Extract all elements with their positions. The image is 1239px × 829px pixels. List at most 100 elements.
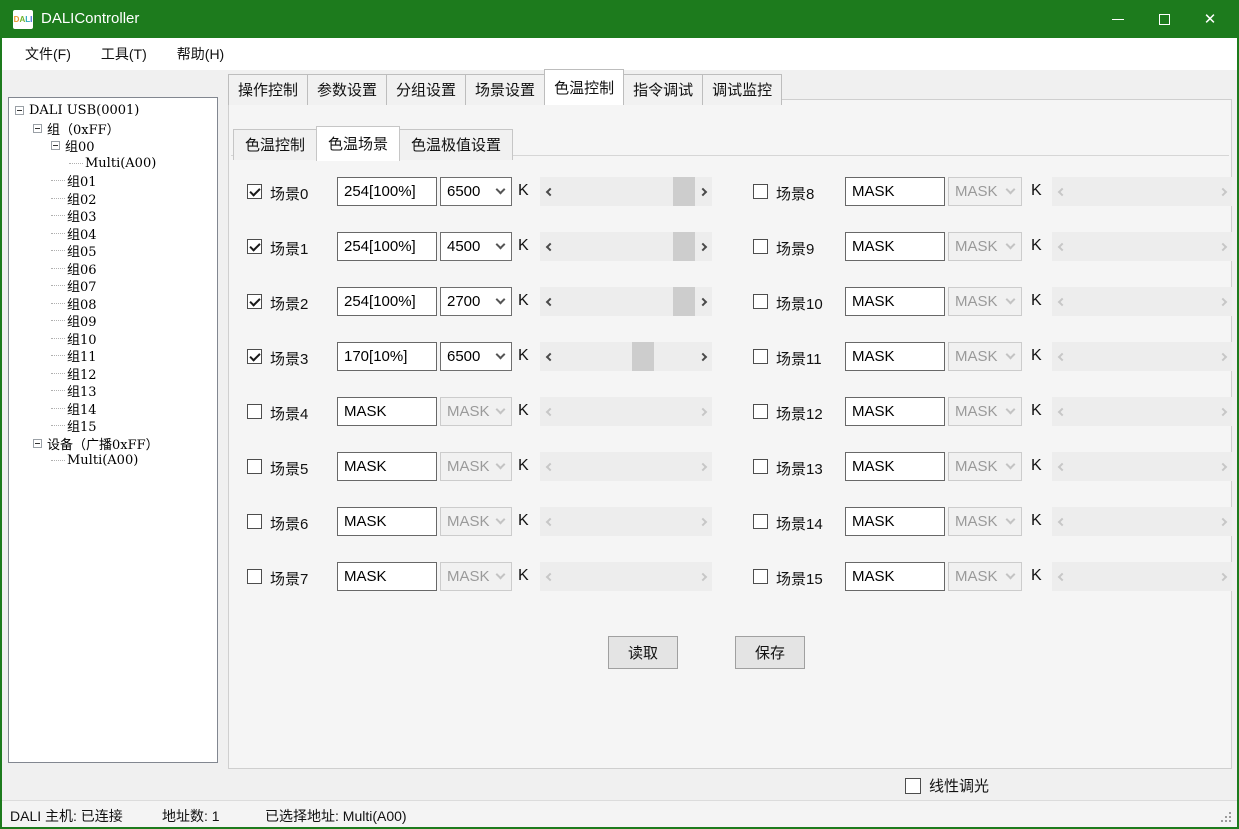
scene-enable-checkbox[interactable] <box>753 349 768 364</box>
tree-item-label: 组07 <box>67 276 97 295</box>
tree-item[interactable]: 组05 <box>11 242 215 260</box>
tree-item-label: Multi(A00) <box>85 156 156 171</box>
tab-operation-control[interactable]: 操作控制 <box>228 74 308 105</box>
tree-connector <box>51 215 65 216</box>
tree-item[interactable]: 组08 <box>11 295 215 313</box>
scene-enable-checkbox[interactable] <box>753 514 768 529</box>
chevron-left-icon <box>1057 297 1065 305</box>
scene-level-input[interactable] <box>845 287 945 316</box>
scene-enable-checkbox[interactable] <box>753 569 768 584</box>
tree-item[interactable]: 组06 <box>11 260 215 278</box>
tree-item[interactable]: 组11 <box>11 347 215 365</box>
scene-level-input[interactable] <box>845 177 945 206</box>
scene-row: 场景12MASKK <box>229 397 1231 427</box>
read-button[interactable]: 读取 <box>608 636 678 669</box>
menu-file[interactable]: 文件(F) <box>10 38 86 70</box>
scene-enable-checkbox[interactable] <box>753 184 768 199</box>
kelvin-label: K <box>1031 567 1042 585</box>
tree-item[interactable]: 组03 <box>11 207 215 225</box>
scene-row: 场景11MASKK <box>229 342 1231 372</box>
tree-item[interactable]: 组10 <box>11 330 215 348</box>
scene-level-input[interactable] <box>845 397 945 426</box>
tab-parameter-settings[interactable]: 参数设置 <box>307 74 387 105</box>
tree-item[interactable]: 组02 <box>11 190 215 208</box>
tree-item[interactable]: 组09 <box>11 312 215 330</box>
scene-row: 场景10MASKK <box>229 287 1231 317</box>
tree-item[interactable]: DALI USB(0001) <box>11 102 215 120</box>
tab-command-debug[interactable]: 指令调试 <box>623 74 703 105</box>
scene-level-scrollbar <box>1052 342 1232 371</box>
scrollbar-track <box>1069 507 1215 536</box>
scroll-right-button <box>1215 452 1232 481</box>
scene-row: 场景9MASKK <box>229 232 1231 262</box>
tree-item[interactable]: 组14 <box>11 400 215 418</box>
scene-colortemp-value: MASK <box>955 513 998 530</box>
maximize-button[interactable] <box>1141 0 1187 38</box>
scene-enable-checkbox[interactable] <box>753 239 768 254</box>
tree-item-label: 组03 <box>67 206 97 225</box>
tree-item[interactable]: 组15 <box>11 417 215 435</box>
linear-dimming-checkbox[interactable] <box>905 778 921 794</box>
tree-item-label: 组01 <box>67 171 97 190</box>
tree-item-label: 组02 <box>67 189 97 208</box>
tree-collapse-icon[interactable] <box>33 439 42 448</box>
scene-enable-checkbox[interactable] <box>753 404 768 419</box>
tree-item-label: 组04 <box>67 224 97 243</box>
tree-item[interactable]: 组（0xFF） <box>11 120 215 138</box>
save-button[interactable]: 保存 <box>735 636 805 669</box>
scene-row: 场景8MASKK <box>229 177 1231 207</box>
scene-colortemp-value: MASK <box>955 403 998 420</box>
scene-level-scrollbar <box>1052 452 1232 481</box>
scene-enable-checkbox[interactable] <box>753 459 768 474</box>
scene-level-input[interactable] <box>845 232 945 261</box>
subtab-color-temp-scene[interactable]: 色温场景 <box>316 126 400 161</box>
tree-item-label: 设备（广播0xFF） <box>47 434 159 453</box>
tree-item[interactable]: 设备（广播0xFF） <box>11 435 215 453</box>
tree-collapse-icon[interactable] <box>51 141 60 150</box>
tree-collapse-icon[interactable] <box>15 106 24 115</box>
scene-colortemp-dropdown: MASK <box>948 342 1022 371</box>
subtab-color-temp-control[interactable]: 色温控制 <box>233 129 317 160</box>
scroll-left-button <box>1052 397 1069 426</box>
tree-item[interactable]: Multi(A00) <box>11 155 215 173</box>
tab-color-temp-control[interactable]: 色温控制 <box>544 69 624 105</box>
tree-item[interactable]: 组01 <box>11 172 215 190</box>
kelvin-label: K <box>1031 457 1042 475</box>
scroll-right-button <box>1215 507 1232 536</box>
scene-level-input[interactable] <box>845 452 945 481</box>
tree-collapse-icon[interactable] <box>33 124 42 133</box>
tree-item[interactable]: 组07 <box>11 277 215 295</box>
window-controls: ✕ <box>1095 0 1233 38</box>
tree-item[interactable]: 组04 <box>11 225 215 243</box>
minimize-button[interactable] <box>1095 0 1141 38</box>
tree-item[interactable]: 组13 <box>11 382 215 400</box>
chevron-right-icon <box>1218 352 1226 360</box>
tab-grouping-settings[interactable]: 分组设置 <box>386 74 466 105</box>
menu-tools[interactable]: 工具(T) <box>86 38 162 70</box>
scene-level-input[interactable] <box>845 562 945 591</box>
tree-item[interactable]: Multi(A00) <box>11 452 215 470</box>
tab-scene-settings[interactable]: 场景设置 <box>465 74 545 105</box>
tree-item-label: 组09 <box>67 311 97 330</box>
chevron-down-icon <box>1006 460 1016 470</box>
app-icon: DALI <box>13 10 33 29</box>
close-button[interactable]: ✕ <box>1187 0 1233 38</box>
tree-item[interactable]: 组12 <box>11 365 215 383</box>
resize-grip[interactable] <box>1221 812 1231 822</box>
scene-level-input[interactable] <box>845 342 945 371</box>
tree-connector <box>69 163 83 164</box>
tree-connector <box>51 373 65 374</box>
scene-level-scrollbar <box>1052 507 1232 536</box>
kelvin-label: K <box>1031 512 1042 530</box>
scene-row: 场景15MASKK <box>229 562 1231 592</box>
scene-level-input[interactable] <box>845 507 945 536</box>
scrollbar-track <box>1069 232 1215 261</box>
scrollbar-track <box>1069 562 1215 591</box>
subtab-color-temp-limits[interactable]: 色温极值设置 <box>399 129 513 160</box>
kelvin-label: K <box>1031 402 1042 420</box>
scene-enable-checkbox[interactable] <box>753 294 768 309</box>
tree-item[interactable]: 组00 <box>11 137 215 155</box>
scroll-right-button <box>1215 562 1232 591</box>
menu-help[interactable]: 帮助(H) <box>162 38 239 70</box>
tab-debug-monitor[interactable]: 调试监控 <box>702 74 782 105</box>
